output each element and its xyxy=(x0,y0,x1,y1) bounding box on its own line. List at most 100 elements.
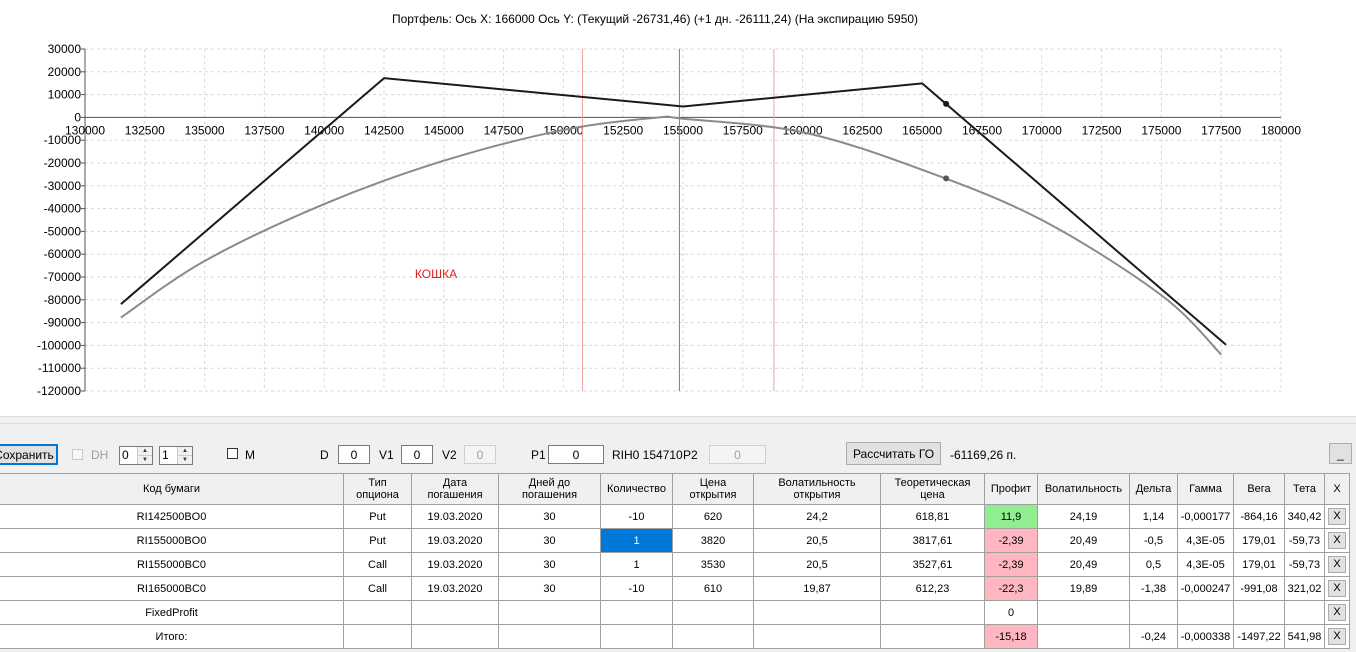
cell-days[interactable]: 30 xyxy=(498,528,601,553)
cell-volatility[interactable]: 20,49 xyxy=(1037,552,1130,577)
cell-expiry-date[interactable] xyxy=(411,600,499,625)
cell-theta[interactable]: 541,98 xyxy=(1284,624,1325,649)
cell-open-price[interactable] xyxy=(672,624,754,649)
col-header-expiry-date[interactable]: Дата погашения xyxy=(411,473,499,505)
cell-expiry-date[interactable]: 19.03.2020 xyxy=(411,504,499,529)
delete-row-button[interactable]: X xyxy=(1328,532,1346,549)
cell-theoretical-price[interactable] xyxy=(880,624,985,649)
cell-delta[interactable]: -1,38 xyxy=(1129,576,1178,601)
delete-row-button[interactable]: X xyxy=(1328,628,1346,645)
cell-days[interactable] xyxy=(498,600,601,625)
v1-input[interactable]: 0 xyxy=(401,445,433,464)
cell-vega[interactable] xyxy=(1233,600,1285,625)
cell-theoretical-price[interactable]: 612,23 xyxy=(880,576,985,601)
cell-vega[interactable]: -864,16 xyxy=(1233,504,1285,529)
cell-open-volatility[interactable] xyxy=(753,600,881,625)
cell-expiry-date[interactable] xyxy=(411,624,499,649)
col-header-volatility[interactable]: Волатильность xyxy=(1037,473,1130,505)
col-header-theoretical-price[interactable]: Теоретическая цена xyxy=(880,473,985,505)
cell-theta[interactable]: -59,73 xyxy=(1284,528,1325,553)
cell-code[interactable]: RI155000BC0 xyxy=(0,552,344,577)
col-header-days-to-expiry[interactable]: Дней до погашения xyxy=(498,473,601,505)
cell-code[interactable]: Итого: xyxy=(0,624,344,649)
col-header-open-price[interactable]: Цена открытия xyxy=(672,473,754,505)
cell-delta[interactable]: 1,14 xyxy=(1129,504,1178,529)
spin-up-icon[interactable]: ▲ xyxy=(138,447,152,455)
cell-gamma[interactable]: -0,000338 xyxy=(1177,624,1234,649)
spin-down-icon[interactable]: ▼ xyxy=(178,455,192,464)
cell-open-volatility[interactable]: 20,5 xyxy=(753,528,881,553)
cell-open-volatility[interactable]: 20,5 xyxy=(753,552,881,577)
cell-theoretical-price[interactable]: 618,81 xyxy=(880,504,985,529)
cell-days[interactable] xyxy=(498,624,601,649)
cell-open-volatility[interactable]: 24,2 xyxy=(753,504,881,529)
dh-checkbox[interactable] xyxy=(72,449,83,460)
m-checkbox[interactable] xyxy=(227,448,238,459)
cell-theta[interactable]: -59,73 xyxy=(1284,552,1325,577)
delete-row-button[interactable]: X xyxy=(1328,604,1346,621)
spin-down-icon[interactable]: ▼ xyxy=(138,455,152,464)
cell-theta[interactable]: 340,42 xyxy=(1284,504,1325,529)
col-header-theta[interactable]: Тета xyxy=(1284,473,1325,505)
cell-delta[interactable]: -0,24 xyxy=(1129,624,1178,649)
cell-quantity[interactable]: -10 xyxy=(600,576,673,601)
cell-gamma[interactable] xyxy=(1177,600,1234,625)
cell-code[interactable]: RI165000BC0 xyxy=(0,576,344,601)
cell-profit[interactable]: 11,9 xyxy=(984,504,1038,529)
cell-expiry-date[interactable]: 19.03.2020 xyxy=(411,576,499,601)
cell-vega[interactable]: 179,01 xyxy=(1233,552,1285,577)
cell-quantity[interactable] xyxy=(600,624,673,649)
cell-type[interactable]: Put xyxy=(343,528,412,553)
col-header-quantity[interactable]: Количество xyxy=(600,473,673,505)
cell-theoretical-price[interactable] xyxy=(880,600,985,625)
cell-delta[interactable]: -0,5 xyxy=(1129,528,1178,553)
d-input[interactable]: 0 xyxy=(338,445,370,464)
cell-gamma[interactable]: 4,3E-05 xyxy=(1177,528,1234,553)
p2-input[interactable]: 0 xyxy=(709,445,766,464)
v2-input[interactable]: 0 xyxy=(464,445,496,464)
cell-gamma[interactable]: -0,000177 xyxy=(1177,504,1234,529)
delete-row-button[interactable]: X xyxy=(1328,580,1346,597)
cell-delta[interactable] xyxy=(1129,600,1178,625)
col-header-delta[interactable]: Дельта xyxy=(1129,473,1178,505)
cell-quantity[interactable] xyxy=(600,600,673,625)
cell-profit[interactable]: -15,18 xyxy=(984,624,1038,649)
cell-quantity[interactable]: 1 xyxy=(600,552,673,577)
p1-input[interactable]: 0 xyxy=(548,445,604,464)
cell-theta[interactable] xyxy=(1284,600,1325,625)
delete-row-button[interactable]: X xyxy=(1328,556,1346,573)
cell-type[interactable] xyxy=(343,600,412,625)
cell-vega[interactable]: -991,08 xyxy=(1233,576,1285,601)
cell-gamma[interactable]: 4,3E-05 xyxy=(1177,552,1234,577)
cell-vega[interactable]: 179,01 xyxy=(1233,528,1285,553)
cell-volatility[interactable]: 19,89 xyxy=(1037,576,1130,601)
cell-profit[interactable]: -2,39 xyxy=(984,528,1038,553)
cell-type[interactable] xyxy=(343,624,412,649)
cell-gamma[interactable]: -0,000247 xyxy=(1177,576,1234,601)
spin-up-icon[interactable]: ▲ xyxy=(178,447,192,455)
cell-quantity[interactable]: -10 xyxy=(600,504,673,529)
cell-days[interactable]: 30 xyxy=(498,552,601,577)
cell-profit[interactable]: -2,39 xyxy=(984,552,1038,577)
calculate-go-button[interactable]: Рассчитать ГО xyxy=(846,442,941,465)
col-header-type[interactable]: Тип опциона xyxy=(343,473,412,505)
cell-theoretical-price[interactable]: 3817,61 xyxy=(880,528,985,553)
cell-days[interactable]: 30 xyxy=(498,504,601,529)
cell-code[interactable]: RI155000BO0 xyxy=(0,528,344,553)
cell-open-price[interactable]: 620 xyxy=(672,504,754,529)
cell-open-volatility[interactable]: 19,87 xyxy=(753,576,881,601)
col-header-open-volatility[interactable]: Волатильность открытия xyxy=(753,473,881,505)
cell-theoretical-price[interactable]: 3527,61 xyxy=(880,552,985,577)
save-button[interactable]: Сохранить xyxy=(0,444,58,465)
cell-days[interactable]: 30 xyxy=(498,576,601,601)
cell-open-price[interactable]: 610 xyxy=(672,576,754,601)
cell-type[interactable]: Call xyxy=(343,552,412,577)
cell-open-price[interactable]: 3820 xyxy=(672,528,754,553)
cell-code[interactable]: RI142500BO0 xyxy=(0,504,344,529)
cell-quantity[interactable]: 1 xyxy=(600,528,673,553)
col-header-profit[interactable]: Профит xyxy=(984,473,1038,505)
col-header-vega[interactable]: Вега xyxy=(1233,473,1285,505)
cell-theta[interactable]: 321,02 xyxy=(1284,576,1325,601)
cell-volatility[interactable] xyxy=(1037,600,1130,625)
cell-type[interactable]: Put xyxy=(343,504,412,529)
